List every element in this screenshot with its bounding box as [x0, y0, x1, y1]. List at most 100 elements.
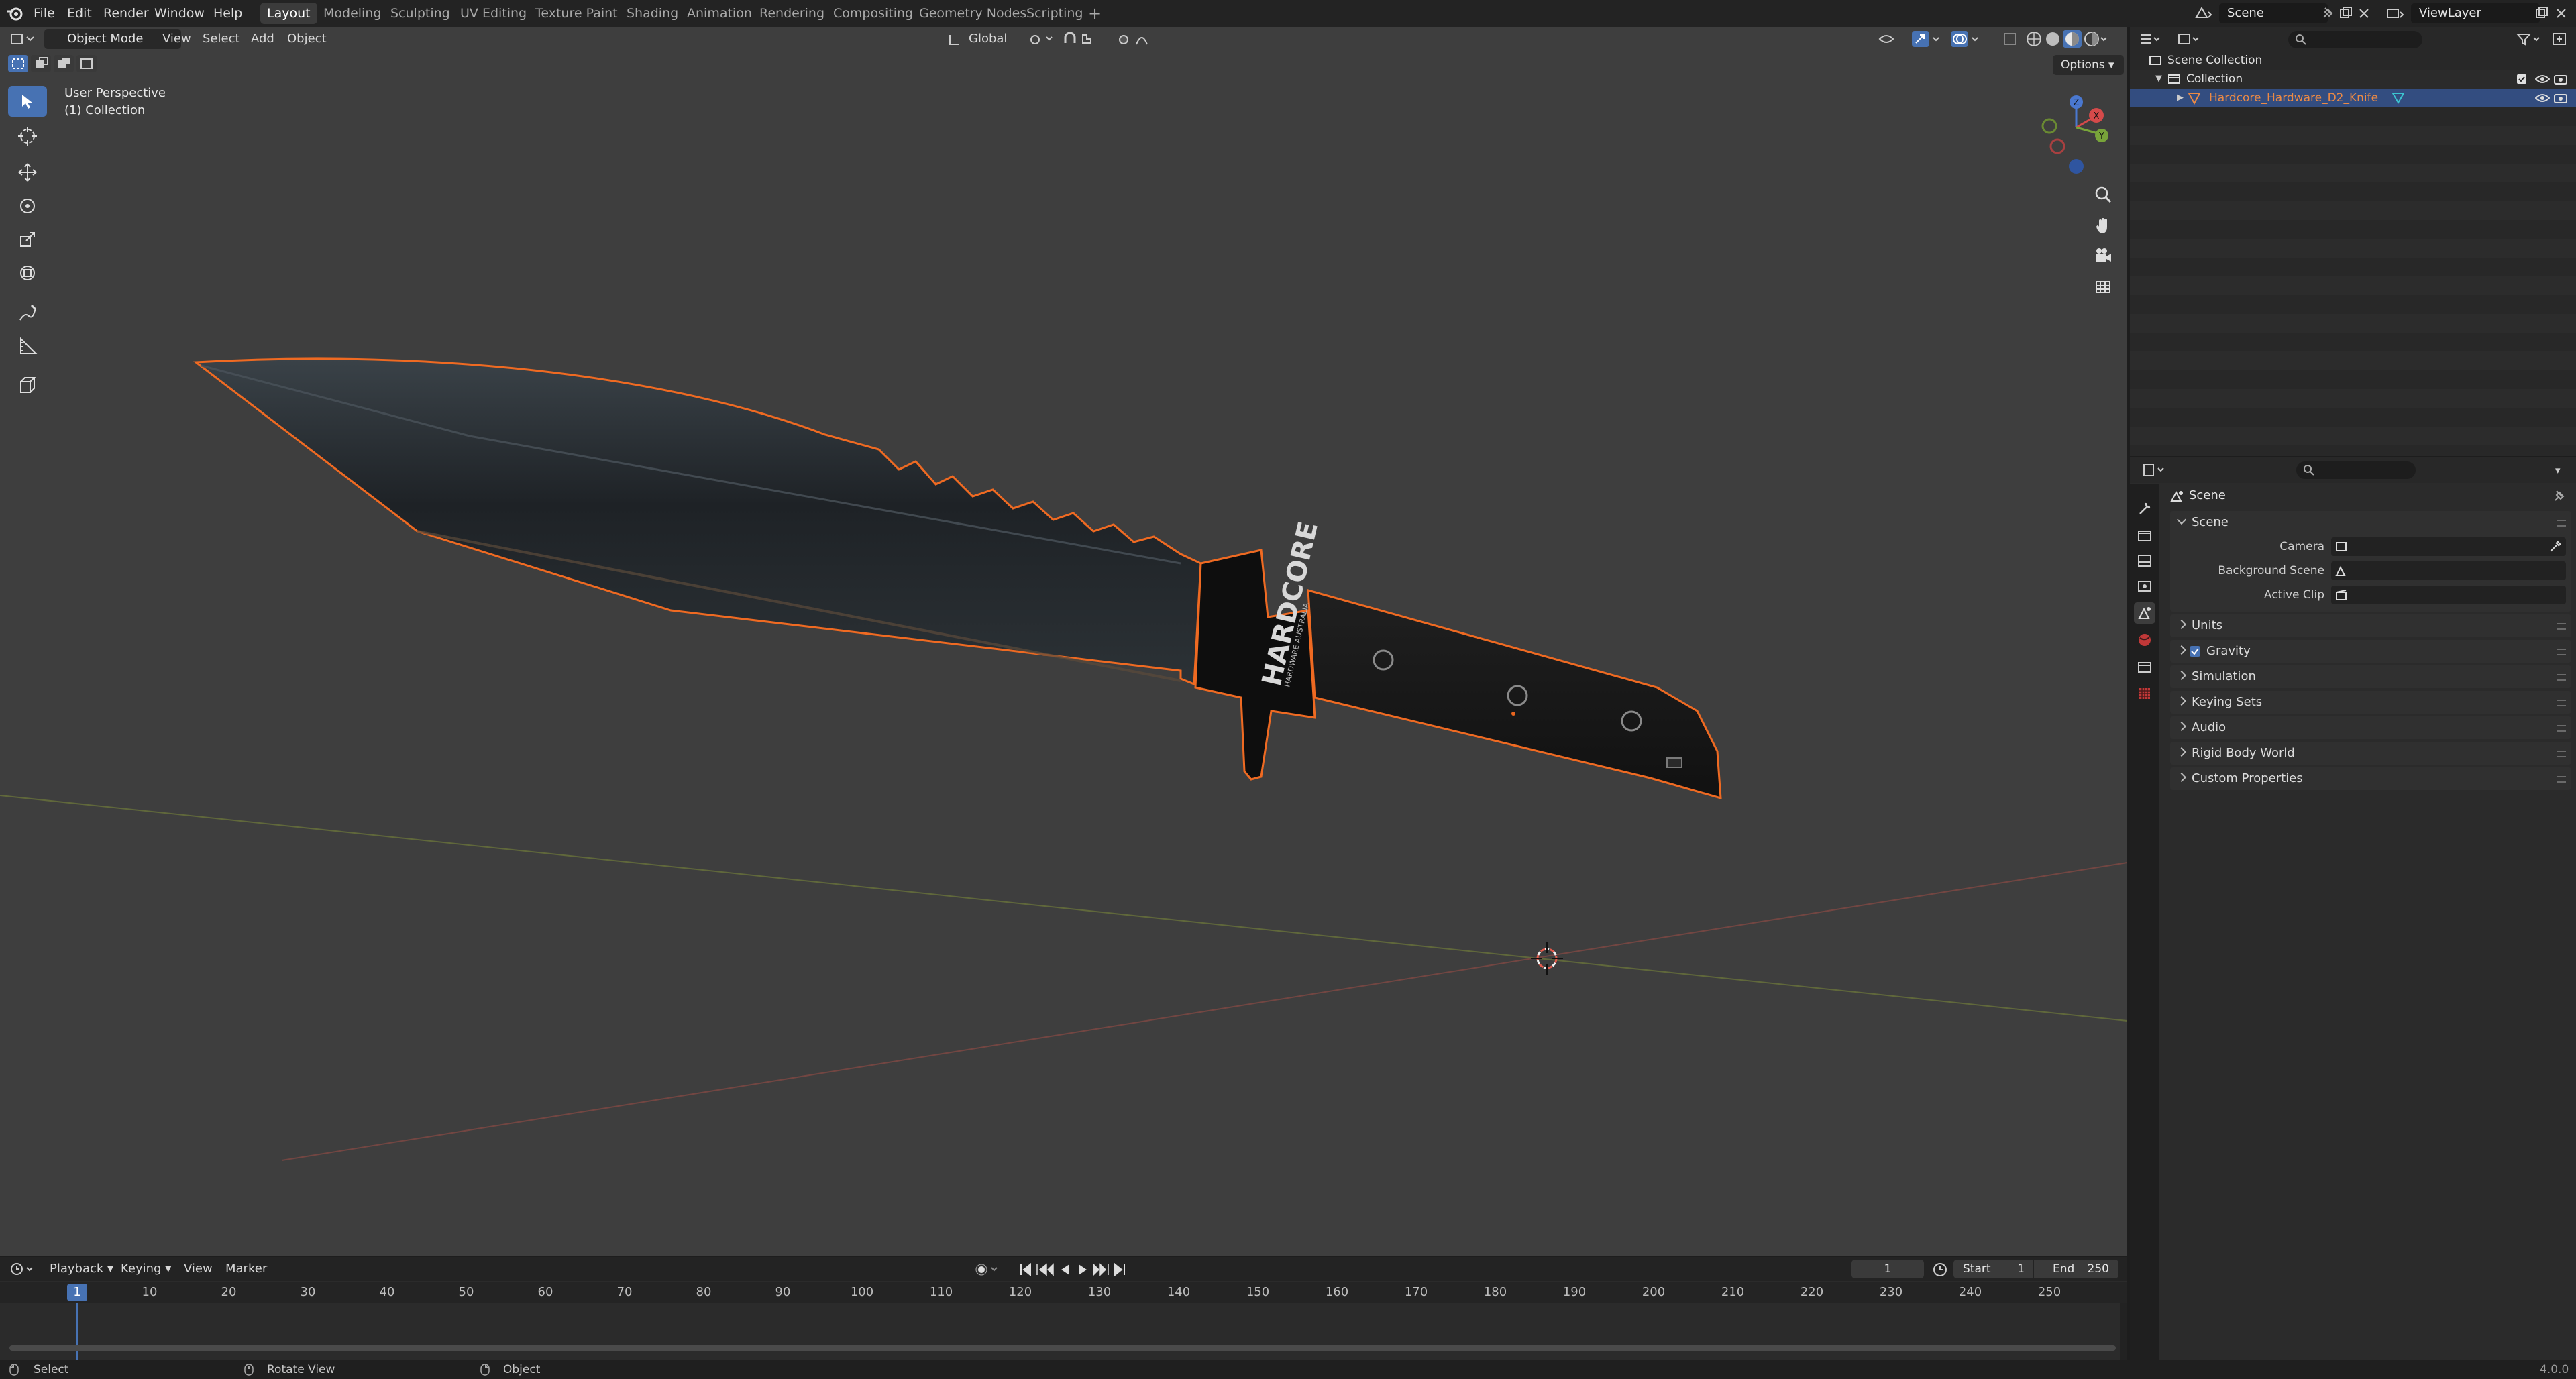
audio-panel[interactable]: Audio: [2170, 716, 2571, 739]
gizmo-toggle-icon[interactable]: [1911, 30, 1941, 48]
close-viewlayer-icon[interactable]: [2555, 7, 2568, 20]
tab-animation[interactable]: Animation: [680, 3, 759, 24]
tab-texture-paint[interactable]: Texture Paint: [529, 3, 625, 24]
menu-window[interactable]: Window: [154, 0, 205, 27]
pan-view-button[interactable]: [2088, 211, 2118, 240]
panel-grip-icon[interactable]: [2557, 700, 2566, 706]
move-tool[interactable]: [8, 157, 47, 188]
gravity-panel[interactable]: Gravity: [2170, 640, 2571, 663]
tab-layout[interactable]: Layout: [260, 3, 317, 24]
scene-panel-header[interactable]: Scene: [2170, 511, 2571, 534]
navigation-gizmo[interactable]: Z X Y: [2031, 89, 2121, 196]
object-visibility-eye-icon[interactable]: [2535, 93, 2550, 103]
rotate-tool[interactable]: [8, 190, 47, 221]
transform-orientation-dropdown[interactable]: Global: [969, 27, 1007, 51]
tab-scene[interactable]: [2134, 602, 2155, 624]
zoom-view-button[interactable]: [2088, 180, 2118, 209]
eyedropper-icon[interactable]: [2548, 540, 2562, 553]
object-mode-dropdown[interactable]: Object Mode: [44, 29, 181, 49]
timeline-view-menu[interactable]: View: [184, 1257, 213, 1281]
knife-expand-icon[interactable]: ▶: [2177, 89, 2184, 107]
mesh-data-icon[interactable]: [2392, 92, 2405, 104]
duplicate-viewlayer-icon[interactable]: [2534, 6, 2549, 21]
cursor-tool[interactable]: [8, 121, 47, 152]
collection-expand-icon[interactable]: ▼: [2155, 70, 2162, 89]
tab-compositing[interactable]: Compositing: [826, 3, 920, 24]
collection-exclude-checkbox[interactable]: [2516, 74, 2527, 85]
viewlayer-field[interactable]: ViewLayer: [2411, 3, 2540, 23]
timeline-track-area[interactable]: [0, 1303, 2127, 1360]
playhead-line[interactable]: [76, 1303, 78, 1360]
menu-add[interactable]: Add: [251, 27, 274, 51]
menu-object[interactable]: Object: [287, 27, 327, 51]
active-clip-field[interactable]: [2331, 586, 2566, 604]
annotate-tool[interactable]: [8, 298, 47, 329]
object-render-camera-icon[interactable]: [2554, 93, 2567, 103]
outliner-editor-type-icon[interactable]: [2139, 32, 2162, 47]
tab-geometry-nodes[interactable]: Geometry Nodes: [912, 3, 1033, 24]
camera-view-button[interactable]: [2088, 241, 2118, 271]
visibility-icon[interactable]: [1877, 31, 1904, 47]
3d-viewport[interactable]: HARDCORE HARDWARE AUSTRALIA Object Mode …: [0, 27, 2127, 1256]
select-box-tool[interactable]: [8, 86, 47, 117]
options-button[interactable]: Options ▾: [2053, 55, 2124, 75]
gravity-checkbox[interactable]: [2189, 645, 2201, 657]
panel-grip-icon[interactable]: [2557, 623, 2566, 630]
start-frame-field[interactable]: Start 1: [1953, 1260, 2033, 1278]
properties-options-chevron-icon[interactable]: ▾: [2555, 457, 2561, 483]
panel-grip-icon[interactable]: [2557, 674, 2566, 681]
pivot-icon[interactable]: [1029, 32, 1056, 47]
timeline-scrollbar[interactable]: [9, 1345, 2116, 1351]
proportional-edit-icon[interactable]: [1114, 32, 1154, 47]
tab-shading[interactable]: Shading: [620, 3, 685, 24]
simulation-panel[interactable]: Simulation: [2170, 665, 2571, 688]
tab-uv-editing[interactable]: UV Editing: [453, 3, 533, 24]
shading-modes-icon[interactable]: [2025, 30, 2109, 48]
tab-scripting[interactable]: Scripting: [1020, 3, 1090, 24]
transform-tool[interactable]: [8, 258, 47, 288]
pin-icon[interactable]: [2321, 7, 2334, 20]
tab-sculpting[interactable]: Sculpting: [384, 3, 457, 24]
xray-icon[interactable]: [2002, 31, 2019, 47]
menu-select[interactable]: Select: [203, 27, 240, 51]
editor-type-icon[interactable]: [9, 31, 36, 47]
duplicate-scene-icon[interactable]: [2339, 6, 2353, 21]
ortho-toggle-button[interactable]: [2088, 272, 2118, 302]
knife-object[interactable]: HARDCORE HARDWARE AUSTRALIA: [193, 357, 1722, 800]
current-frame-field[interactable]: 1: [1851, 1260, 1924, 1278]
viewlayer-icon[interactable]: [2385, 5, 2406, 21]
properties-search-input[interactable]: [2296, 461, 2416, 479]
pin-icon[interactable]: [2553, 490, 2566, 503]
menu-file[interactable]: File: [34, 0, 55, 27]
panel-grip-icon[interactable]: [2557, 725, 2566, 732]
custom-properties-panel[interactable]: Custom Properties: [2170, 767, 2571, 790]
overlays-toggle-icon[interactable]: [1949, 30, 1980, 48]
timeline-editor-type-icon[interactable]: [9, 1261, 36, 1277]
panel-grip-icon[interactable]: [2557, 751, 2566, 757]
collection-render-camera-icon[interactable]: [2554, 74, 2567, 85]
tab-render[interactable]: [2134, 525, 2155, 546]
outliner-row-knife[interactable]: ▶ Hardcore_Hardware_D2_Knife: [2130, 89, 2576, 107]
keying-menu[interactable]: Keying ▾: [121, 1257, 171, 1281]
3d-cursor-icon[interactable]: [1531, 942, 1563, 975]
scene-field[interactable]: Scene: [2219, 3, 2328, 23]
new-collection-icon[interactable]: [2551, 31, 2569, 47]
tab-world[interactable]: [2134, 629, 2155, 651]
snap-icon[interactable]: [1063, 32, 1103, 47]
outliner-row-collection[interactable]: ▼ Collection: [2130, 70, 2576, 89]
outliner-row-scene-collection[interactable]: Scene Collection: [2130, 51, 2576, 70]
panel-grip-icon[interactable]: [2557, 520, 2566, 527]
filter-icon[interactable]: [2516, 32, 2542, 47]
menu-render[interactable]: Render: [103, 0, 149, 27]
playback-controls[interactable]: [1017, 1261, 1135, 1278]
scene-icon[interactable]: [2194, 5, 2214, 21]
units-panel[interactable]: Units: [2170, 614, 2571, 637]
collection-visibility-eye-icon[interactable]: [2535, 74, 2550, 85]
tab-modeling[interactable]: Modeling: [317, 3, 388, 24]
playback-menu[interactable]: Playback ▾: [50, 1257, 113, 1281]
background-scene-field[interactable]: [2331, 561, 2566, 580]
display-mode-icon[interactable]: [2177, 32, 2204, 47]
measure-tool[interactable]: [8, 331, 47, 362]
keying-sets-panel[interactable]: Keying Sets: [2170, 691, 2571, 714]
auto-keying-icon[interactable]: [974, 1262, 1001, 1277]
